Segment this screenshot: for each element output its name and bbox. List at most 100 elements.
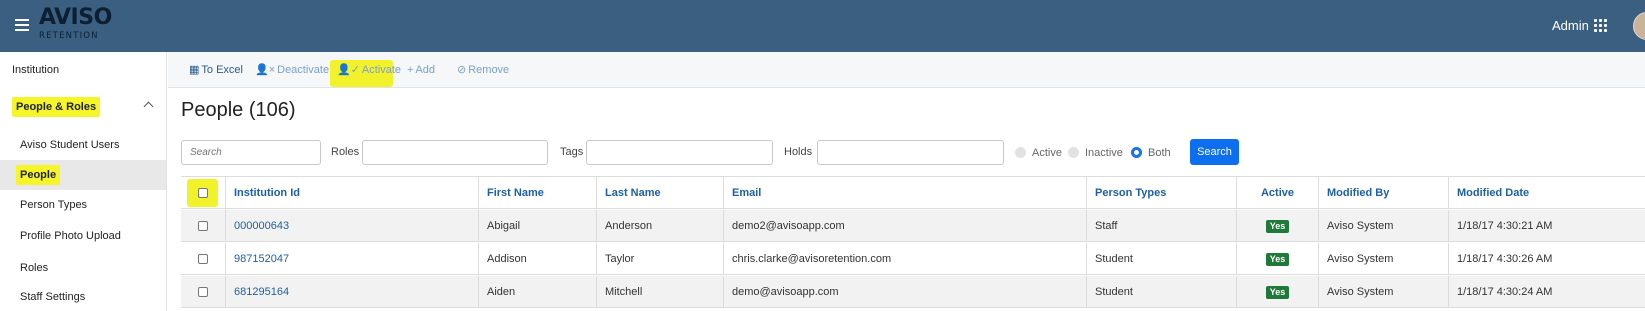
column-header-institution-id[interactable]: Institution Id [225, 177, 478, 209]
deactivate-button[interactable]: 👤× Deactivate [255, 62, 329, 78]
radio-label: Active [1032, 147, 1062, 159]
tags-field[interactable] [586, 140, 773, 165]
sidebar-item-label: Roles [20, 262, 49, 274]
sidebar-item-people[interactable]: People [0, 160, 166, 190]
radio-active[interactable]: Active [1015, 147, 1062, 159]
cell-first-name: Addison [478, 243, 596, 275]
sidebar-item-roles[interactable]: Roles [0, 253, 166, 283]
row-select-cell [181, 276, 225, 308]
radio-dot[interactable] [1015, 147, 1026, 158]
sidebar-item-aviso-student-users[interactable]: Aviso Student Users [0, 130, 166, 160]
chevron-up-icon[interactable] [143, 101, 154, 112]
cell-email: demo2@avisoapp.com [723, 210, 1086, 242]
cell-last-name: Anderson [596, 210, 723, 242]
people-table: Institution Id First Name Last Name Emai… [181, 176, 1645, 308]
holds-label: Holds [784, 146, 813, 158]
column-header-active[interactable]: Active [1236, 177, 1318, 209]
row-select-cell [181, 210, 225, 242]
tags-label: Tags [560, 146, 584, 158]
column-header-email[interactable]: Email [723, 177, 1086, 209]
sidebar-item-label: Institution [12, 64, 60, 76]
cell-modified-date: 1/18/17 4:30:21 AM [1448, 210, 1645, 242]
sidebar-item-label: Profile Photo Upload [20, 230, 121, 242]
sidebar-item-label: Person Types [20, 199, 88, 211]
cell-person-type: Staff [1086, 210, 1236, 242]
sidebar-item-staff-settings[interactable]: Staff Settings [0, 282, 166, 311]
roles-field[interactable] [362, 140, 548, 165]
ban-icon: ⊘ [457, 64, 467, 76]
user-x-icon: 👤× [255, 64, 276, 76]
cell-modified-date: 1/18/17 4:30:26 AM [1448, 243, 1645, 275]
sidebar: Institution People & Roles Aviso Student… [0, 52, 167, 311]
cell-modified-date: 1/18/17 4:30:24 AM [1448, 276, 1645, 308]
column-header-modified-date[interactable]: Modified Date [1448, 177, 1645, 209]
deactivate-label: Deactivate [277, 64, 330, 76]
table-row[interactable]: 000000643 Abigail Anderson demo2@avisoap… [181, 210, 1645, 242]
cell-person-type: Student [1086, 243, 1236, 275]
cell-last-name: Mitchell [596, 276, 723, 308]
sidebar-item-profile-photo-upload[interactable]: Profile Photo Upload [0, 221, 166, 251]
grid-icon[interactable] [1594, 19, 1607, 32]
cell-institution-id[interactable]: 987152047 [225, 243, 478, 275]
radio-label: Both [1148, 147, 1171, 159]
column-header-last-name[interactable]: Last Name [596, 177, 723, 209]
radio-label: Inactive [1085, 147, 1123, 159]
sidebar-item-person-types[interactable]: Person Types [0, 190, 166, 220]
roles-label: Roles [331, 146, 360, 158]
active-badge: Yes [1265, 285, 1290, 299]
activate-button[interactable]: 👤✓ Activate [337, 62, 401, 78]
cell-first-name: Aiden [478, 276, 596, 308]
table-row[interactable]: 681295164 Aiden Mitchell demo@avisoapp.c… [181, 276, 1645, 308]
active-badge: Yes [1265, 252, 1290, 266]
column-header-modified-by[interactable]: Modified By [1318, 177, 1448, 209]
sidebar-item-label: Staff Settings [20, 291, 86, 303]
table-header-row: Institution Id First Name Last Name Emai… [181, 177, 1645, 209]
row-checkbox[interactable] [198, 254, 208, 264]
hamburger-icon[interactable] [15, 19, 29, 31]
plus-icon: + [407, 64, 414, 76]
cell-last-name: Taylor [596, 243, 723, 275]
avatar[interactable] [1633, 12, 1645, 40]
logo-line1: AVISO [39, 5, 112, 30]
to-excel-label: To Excel [201, 64, 243, 76]
column-header-person-types[interactable]: Person Types [1086, 177, 1236, 209]
select-all-cell [181, 177, 225, 209]
row-select-cell [181, 243, 225, 275]
cell-institution-id[interactable]: 000000643 [225, 210, 478, 242]
to-excel-button[interactable]: ▦ To Excel [189, 62, 243, 78]
radio-inactive[interactable]: Inactive [1068, 147, 1123, 159]
cell-person-type: Student [1086, 276, 1236, 308]
active-badge: Yes [1265, 219, 1290, 233]
select-all-checkbox[interactable] [198, 188, 208, 198]
excel-icon: ▦ [189, 64, 200, 76]
logo-line2: RETENTION [39, 31, 99, 41]
sidebar-item-label: Aviso Student Users [20, 139, 120, 151]
radio-dot[interactable] [1068, 147, 1079, 158]
sidebar-item-people-roles[interactable]: People & Roles [0, 92, 166, 122]
cell-active: Yes [1236, 243, 1318, 275]
sidebar-item-institution[interactable]: Institution [0, 55, 166, 85]
holds-field[interactable] [817, 140, 1004, 165]
radio-dot-selected[interactable] [1131, 147, 1142, 158]
sidebar-item-label: People & Roles [12, 97, 101, 117]
cell-active: Yes [1236, 210, 1318, 242]
page-title: People (106) [181, 99, 296, 121]
activate-label: Activate [361, 64, 402, 76]
search-button[interactable]: Search [1190, 139, 1239, 165]
table-row[interactable]: 987152047 Addison Taylor chris.clarke@av… [181, 243, 1645, 275]
top-bar: AVISO RETENTION Admin [0, 0, 1645, 52]
user-name[interactable]: Admin [1552, 18, 1589, 33]
row-checkbox[interactable] [198, 287, 208, 297]
cell-institution-id[interactable]: 681295164 [225, 276, 478, 308]
remove-button[interactable]: ⊘ Remove [457, 62, 509, 78]
cell-modified-by: Aviso System [1318, 210, 1448, 242]
column-header-first-name[interactable]: First Name [478, 177, 596, 209]
search-input[interactable] [181, 140, 321, 165]
cell-active: Yes [1236, 276, 1318, 308]
sidebar-item-label: People [16, 165, 61, 185]
cell-email: demo@avisoapp.com [723, 276, 1086, 308]
add-button[interactable]: + Add [407, 62, 435, 78]
row-checkbox[interactable] [198, 221, 208, 231]
radio-both[interactable]: Both [1131, 147, 1171, 159]
logo[interactable]: AVISO RETENTION [39, 5, 112, 45]
